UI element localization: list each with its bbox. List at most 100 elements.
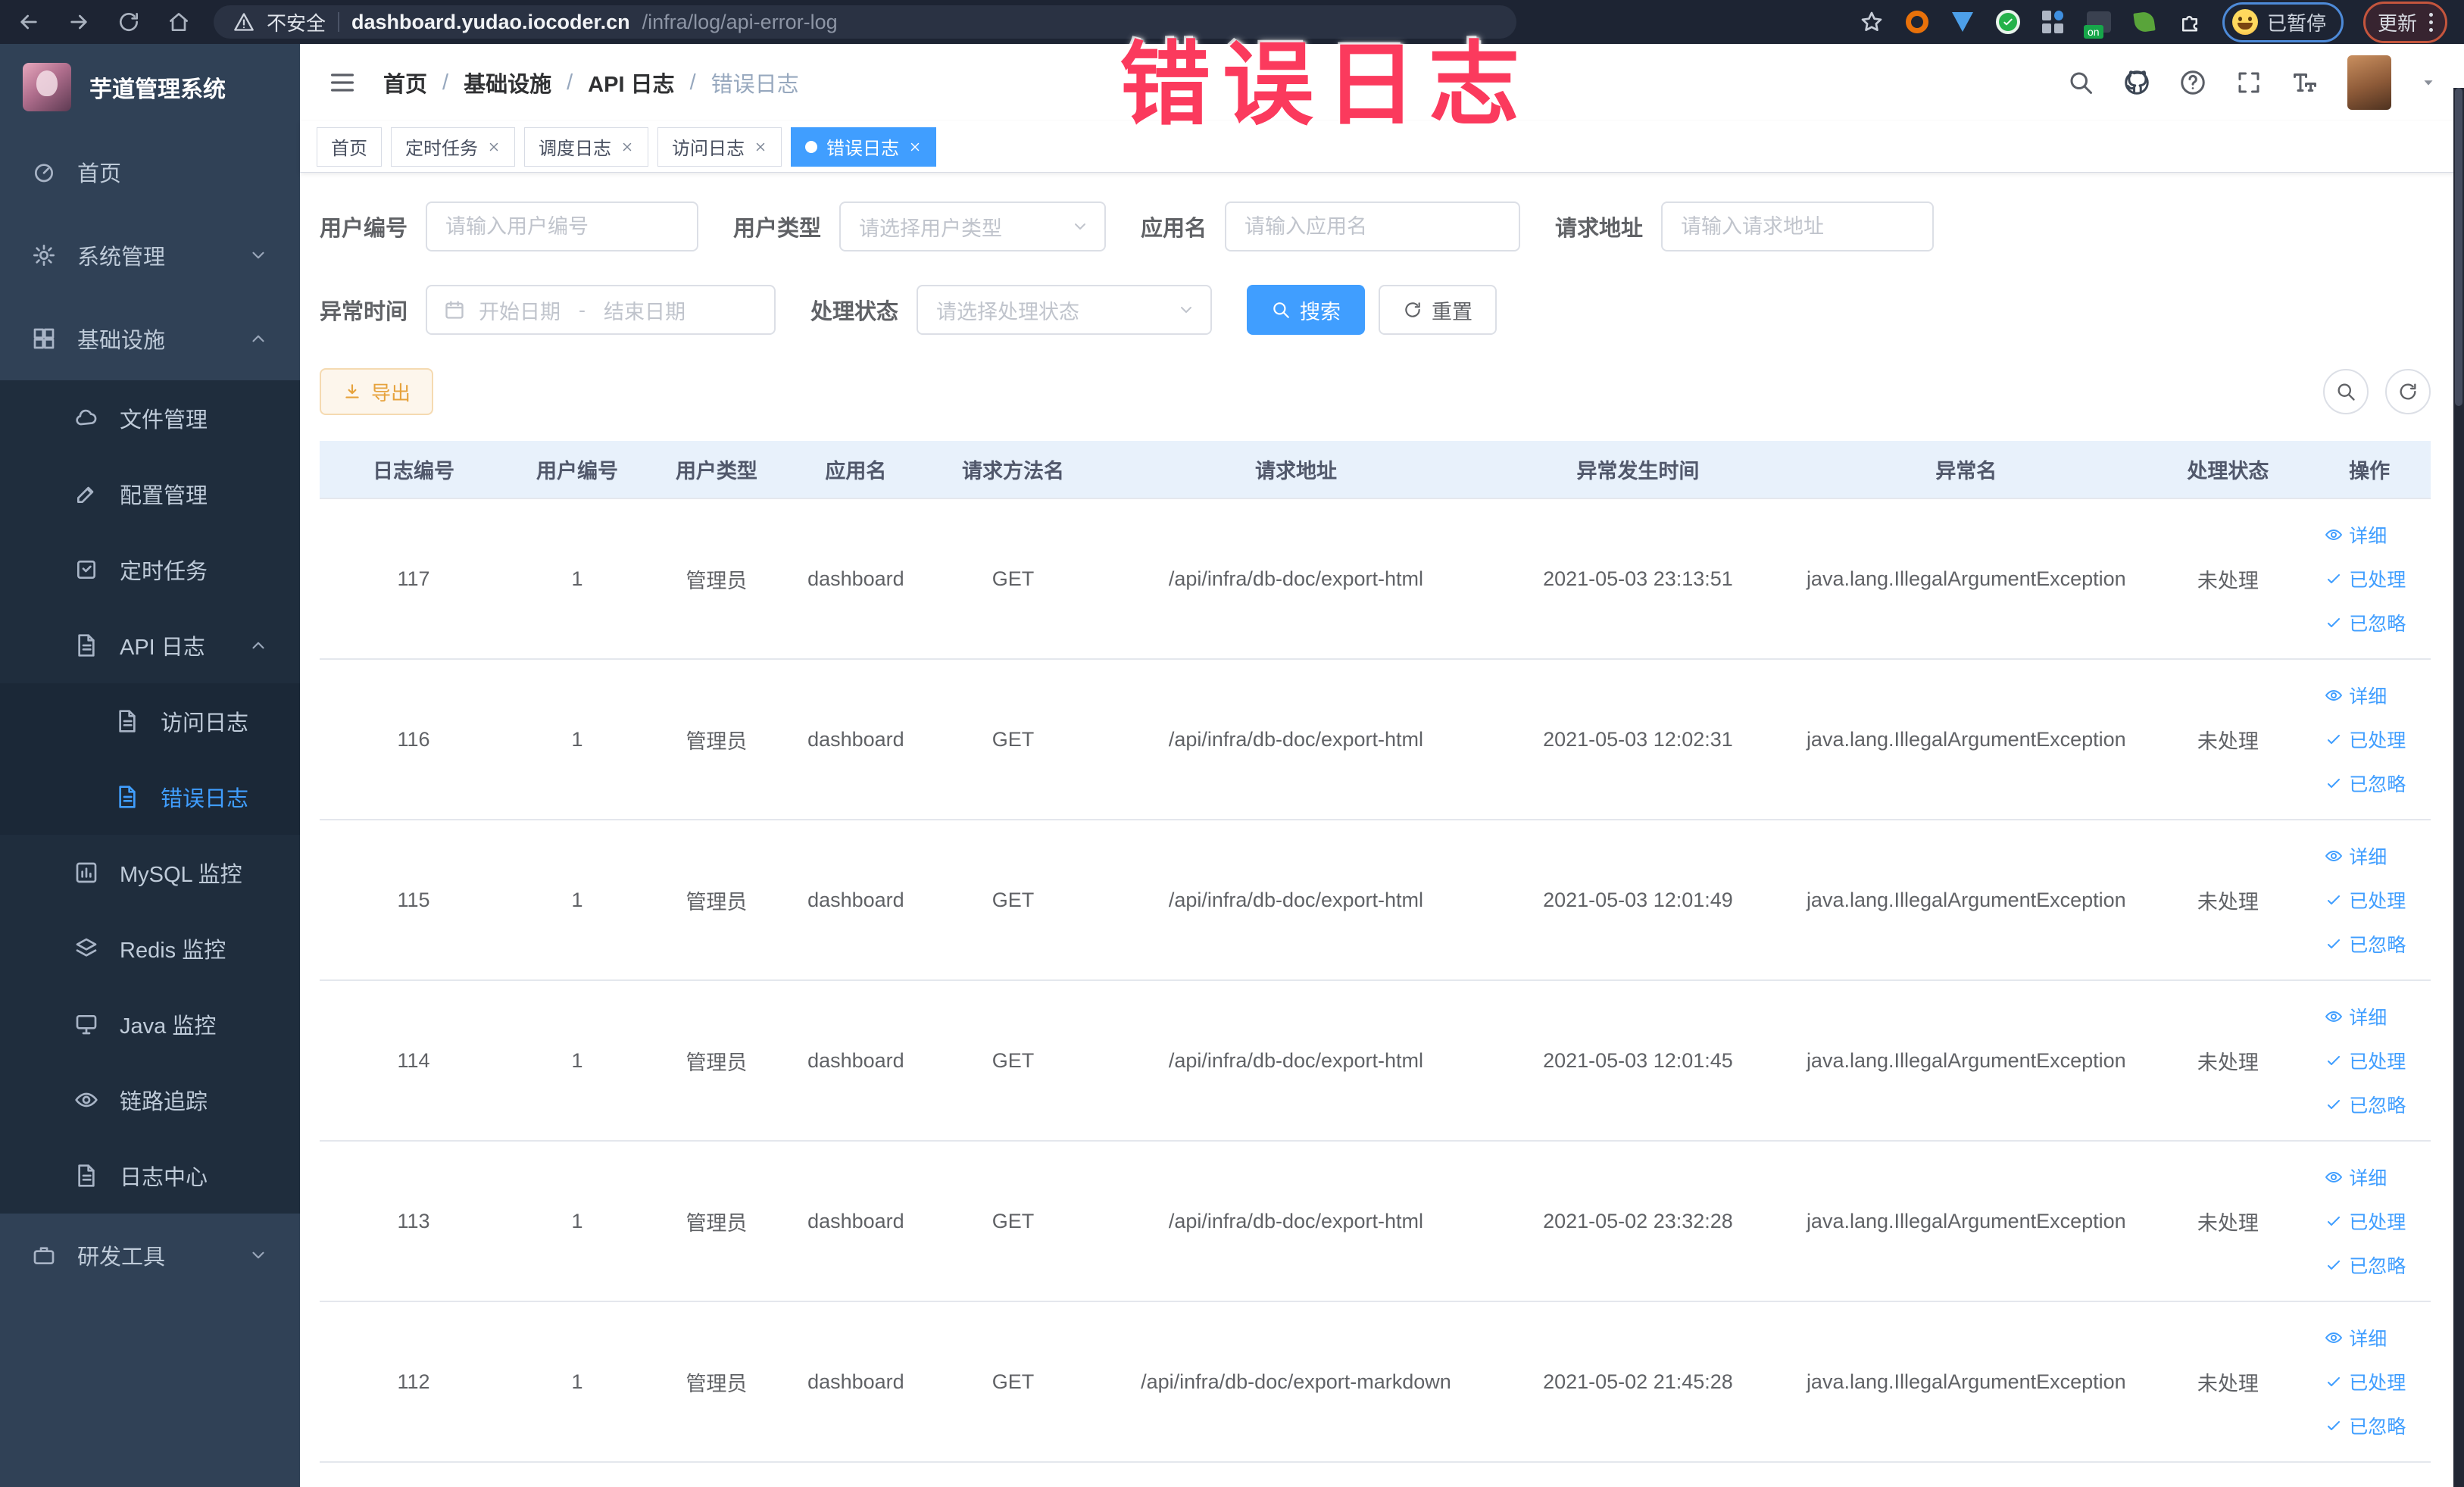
font-size-icon[interactable] [2291, 69, 2319, 96]
cell-exception-time: 2021-05-02 21:45:28 [1491, 1301, 1785, 1463]
toggle-search-button[interactable] [2323, 369, 2369, 414]
sidebar-item-home[interactable]: 首页 [0, 130, 300, 214]
processed-link[interactable]: 已处理 [2325, 1047, 2406, 1074]
processed-link[interactable]: 已处理 [2325, 565, 2406, 592]
ignored-link[interactable]: 已忽略 [2325, 609, 2406, 636]
sidebar-item-scheduled-tasks[interactable]: 定时任务 [0, 532, 300, 608]
process-status-select[interactable]: 请选择处理状态 [917, 285, 1213, 335]
security-label[interactable]: 不安全 [267, 8, 326, 36]
sidebar-item-mysql-monitor[interactable]: MySQL 监控 [0, 835, 300, 911]
close-icon[interactable] [620, 140, 634, 154]
sidebar-item-label: 基础设施 [77, 329, 166, 353]
processed-link[interactable]: 已处理 [2325, 726, 2406, 753]
ignored-link[interactable]: 已忽略 [2325, 1412, 2406, 1439]
table-row: 117 1 管理员 dashboard GET /api/infra/db-do… [320, 498, 2431, 660]
sidebar-item-dev-tools[interactable]: 研发工具 [0, 1214, 300, 1297]
date-range-picker[interactable]: 开始日期 - 结束日期 [426, 285, 776, 335]
sidebar-item-log-center[interactable]: 日志中心 [0, 1138, 300, 1214]
bookmark-star-icon[interactable] [1859, 9, 1885, 35]
sidebar-item-label: 配置管理 [120, 484, 208, 508]
check-icon [2328, 939, 2341, 948]
user-avatar[interactable] [2347, 55, 2391, 110]
sidebar-item-access-log[interactable]: 访问日志 [0, 683, 300, 759]
tag-schedule-log[interactable]: 调度日志 [524, 127, 648, 167]
task-icon [77, 561, 95, 579]
github-icon[interactable] [2123, 69, 2150, 96]
extension-switch-icon[interactable]: on [2083, 9, 2112, 39]
ignored-link[interactable]: 已忽略 [2325, 770, 2406, 797]
detail-link[interactable]: 详细 [2325, 1003, 2387, 1030]
refresh-table-button[interactable] [2385, 369, 2431, 414]
filter-label: 应用名 [1141, 217, 1207, 241]
sidebar-toggle-icon[interactable] [327, 67, 358, 98]
processed-link[interactable]: 已处理 [2325, 1207, 2406, 1235]
extension-leaf-icon[interactable] [2131, 9, 2157, 35]
fullscreen-icon[interactable] [2235, 69, 2263, 96]
close-icon[interactable] [908, 140, 922, 154]
detail-link[interactable]: 详细 [2325, 521, 2387, 548]
paused-profile-badge[interactable]: 已暂停 [2222, 2, 2344, 42]
sidebar-logo[interactable]: 芋道管理系统 [0, 44, 300, 130]
sidebar-item-label: Redis 监控 [120, 939, 226, 963]
sidebar-item-infrastructure[interactable]: 基础设施 [0, 297, 300, 380]
sidebar-item-error-log[interactable]: 错误日志 [0, 759, 300, 835]
sidebar-item-redis-monitor[interactable]: Redis 监控 [0, 911, 300, 986]
browser-menu-icon[interactable] [2429, 12, 2433, 32]
app-name-input[interactable] [1225, 201, 1521, 251]
sidebar-item-file-management[interactable]: 文件管理 [0, 380, 300, 456]
reload-icon[interactable] [117, 10, 141, 34]
caret-down-icon[interactable] [2420, 74, 2437, 91]
col-user-type: 用户类型 [646, 441, 786, 499]
tag-error-log[interactable]: 错误日志 [791, 127, 936, 167]
sidebar-item-config-management[interactable]: 配置管理 [0, 456, 300, 532]
detail-link[interactable]: 详细 [2325, 842, 2387, 870]
extension-green-check-icon[interactable] [1995, 9, 2021, 35]
sidebar: 芋道管理系统 首页 系统管理 基础设施 文件管理 配置管理 定时任务 API 日… [0, 44, 300, 1487]
screen: 不安全 dashboard.yudao.iocoder.cn/infra/log… [0, 0, 2464, 1487]
request-url-input[interactable] [1661, 201, 1935, 251]
sidebar-item-java-monitor[interactable]: Java 监控 [0, 986, 300, 1062]
back-icon[interactable] [17, 10, 41, 34]
tag-access-log[interactable]: 访问日志 [657, 127, 782, 167]
sidebar-item-api-log[interactable]: API 日志 [0, 608, 300, 683]
close-icon[interactable] [487, 140, 501, 154]
page-scrollbar[interactable] [2453, 88, 2464, 1487]
detail-link[interactable]: 详细 [2325, 1324, 2387, 1351]
help-icon[interactable] [2179, 69, 2206, 96]
extension-shield-icon[interactable] [1950, 9, 1975, 35]
cell-request-url: /api/infra/db-doc/export-html [1101, 1141, 1491, 1302]
export-button[interactable]: 导出 [320, 368, 434, 415]
close-icon[interactable] [754, 140, 767, 154]
user-id-input[interactable] [426, 201, 699, 251]
check-icon [2328, 895, 2341, 904]
user-type-select[interactable]: 请选择用户类型 [839, 201, 1107, 251]
breadcrumb-item[interactable]: 首页 [383, 67, 427, 98]
extension-adblock-icon[interactable] [1904, 9, 1930, 35]
extension-grid-icon[interactable] [2041, 9, 2066, 35]
update-button[interactable]: 更新 [2363, 1, 2447, 43]
processed-link[interactable]: 已处理 [2325, 886, 2406, 914]
ignored-link[interactable]: 已忽略 [2325, 930, 2406, 957]
search-button[interactable]: 搜索 [1247, 285, 1366, 335]
detail-link[interactable]: 详细 [2325, 1164, 2387, 1191]
reset-button[interactable]: 重置 [1379, 285, 1497, 335]
tag-home[interactable]: 首页 [317, 127, 382, 167]
sidebar-item-system-management[interactable]: 系统管理 [0, 214, 300, 297]
home-icon[interactable] [167, 10, 191, 34]
processed-link[interactable]: 已处理 [2325, 1368, 2406, 1395]
update-label: 更新 [2377, 11, 2417, 35]
extensions-puzzle-icon[interactable] [2177, 9, 2203, 35]
breadcrumb-item[interactable]: 基础设施 [464, 67, 551, 98]
ignored-link[interactable]: 已忽略 [2325, 1251, 2406, 1279]
sidebar-item-trace[interactable]: 链路追踪 [0, 1062, 300, 1138]
detail-link[interactable]: 详细 [2325, 682, 2387, 709]
calendar-icon [445, 301, 464, 319]
scrollbar-thumb[interactable] [2455, 88, 2462, 406]
tag-scheduled-tasks[interactable]: 定时任务 [391, 127, 515, 167]
ignored-link[interactable]: 已忽略 [2325, 1091, 2406, 1118]
browser-toolbar-right: on 已暂停 更新 [1859, 1, 2447, 43]
forward-icon[interactable] [67, 10, 91, 34]
cell-user-type: 管理员 [646, 980, 786, 1142]
breadcrumb-item[interactable]: API 日志 [588, 67, 674, 98]
search-icon[interactable] [2067, 69, 2094, 96]
